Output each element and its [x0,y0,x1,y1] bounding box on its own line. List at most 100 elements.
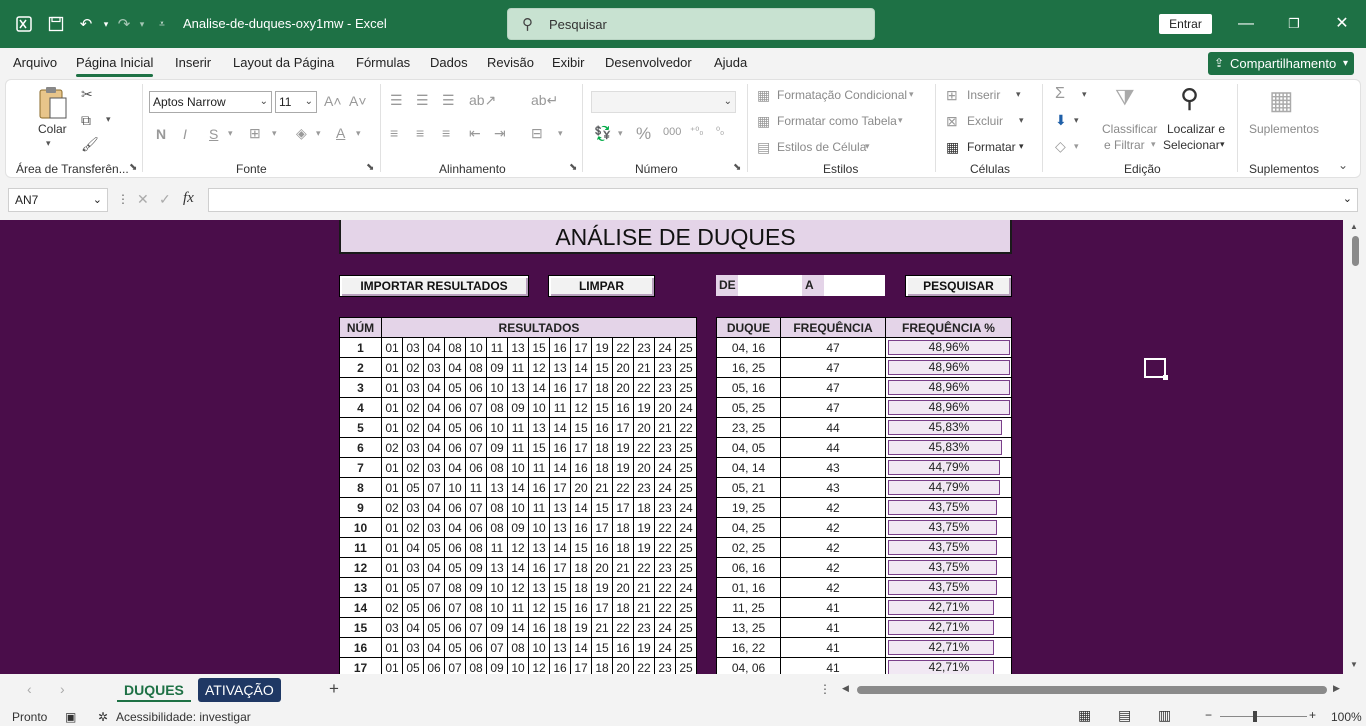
result-value-cell[interactable]: 23 [654,377,676,398]
page-layout-view-icon[interactable]: ▤ [1118,707,1131,724]
underline-icon[interactable]: S [209,126,218,142]
frequency-cell[interactable]: 47 [780,357,886,378]
result-value-cell[interactable]: 16 [591,417,613,438]
result-value-cell[interactable]: 14 [507,477,529,498]
result-value-cell[interactable]: 01 [381,457,403,478]
scroll-right-icon[interactable]: ▶ [1333,683,1340,694]
result-value-cell[interactable]: 06 [465,457,487,478]
paste-icon[interactable] [36,86,68,125]
duque-cell[interactable]: 04, 05 [716,437,781,458]
undo-dropdown-icon[interactable]: ▾ [96,14,116,34]
result-value-cell[interactable]: 20 [633,417,655,438]
number-format-combo[interactable]: ⌄ [591,91,736,113]
result-value-cell[interactable]: 08 [465,357,487,378]
sort-filter-icon[interactable]: ⧩ [1115,85,1135,111]
frequency-cell[interactable]: 41 [780,617,886,638]
result-value-cell[interactable]: 04 [402,617,424,638]
result-value-cell[interactable]: 16 [570,597,592,618]
result-value-cell[interactable]: 18 [612,517,634,538]
tab-revisao[interactable]: Revisão [487,55,534,70]
format-table-label[interactable]: Formatar como Tabela [777,114,897,128]
more-icon[interactable]: ⋮ [117,192,129,206]
increase-indent-icon[interactable]: ⇥ [494,125,506,142]
result-value-cell[interactable]: 18 [570,577,592,598]
minimize-icon[interactable]: — [1234,12,1258,36]
result-value-cell[interactable]: 04 [423,557,445,578]
addins-button-label[interactable]: Suplementos [1249,122,1319,136]
scroll-up-icon[interactable]: ▲ [1350,222,1358,231]
result-value-cell[interactable]: 01 [381,537,403,558]
result-value-cell[interactable]: 04 [423,497,445,518]
result-value-cell[interactable]: 08 [507,637,529,658]
duque-cell[interactable]: 02, 25 [716,537,781,558]
result-value-cell[interactable]: 25 [675,537,697,558]
result-value-cell[interactable]: 04 [423,437,445,458]
result-value-cell[interactable]: 02 [402,357,424,378]
format-cells-icon[interactable]: ▦ [946,139,959,156]
result-number-cell[interactable]: 8 [339,477,382,498]
addins-icon[interactable]: ▦ [1269,85,1294,116]
result-value-cell[interactable]: 15 [591,497,613,518]
result-value-cell[interactable]: 05 [444,637,466,658]
result-value-cell[interactable]: 23 [654,357,676,378]
result-value-cell[interactable]: 19 [612,437,634,458]
sort-filter-label-2[interactable]: e Filtrar [1104,138,1145,152]
result-value-cell[interactable]: 11 [507,357,529,378]
frequency-pct-cell[interactable]: 48,96% [885,357,1012,378]
result-value-cell[interactable]: 16 [591,537,613,558]
duque-cell[interactable]: 13, 25 [716,617,781,638]
result-value-cell[interactable]: 19 [633,537,655,558]
number-launcher-icon[interactable]: ⬊ [733,162,741,173]
result-value-cell[interactable]: 16 [549,657,571,674]
result-number-cell[interactable]: 3 [339,377,382,398]
duque-cell[interactable]: 04, 16 [716,337,781,358]
result-value-cell[interactable]: 10 [528,517,550,538]
result-value-cell[interactable]: 22 [612,617,634,638]
result-value-cell[interactable]: 18 [591,377,613,398]
result-value-cell[interactable]: 19 [591,337,613,358]
result-value-cell[interactable]: 25 [675,337,697,358]
result-value-cell[interactable]: 06 [444,617,466,638]
paste-label[interactable]: Colar [38,122,67,136]
format-cells-label[interactable]: Formatar [967,140,1016,154]
result-value-cell[interactable]: 25 [675,457,697,478]
horizontal-scrollbar[interactable]: ◀ ▶ [842,683,1342,696]
result-value-cell[interactable]: 17 [549,477,571,498]
frequency-pct-cell[interactable]: 43,75% [885,517,1012,538]
result-value-cell[interactable]: 16 [528,557,550,578]
result-value-cell[interactable]: 12 [528,657,550,674]
result-value-cell[interactable]: 21 [633,577,655,598]
result-value-cell[interactable]: 01 [381,417,403,438]
result-number-cell[interactable]: 5 [339,417,382,438]
result-value-cell[interactable]: 06 [465,417,487,438]
result-value-cell[interactable]: 01 [381,337,403,358]
clipboard-launcher-icon[interactable]: ⬊ [129,162,137,173]
wrap-text-icon[interactable]: ab↵ [531,92,558,109]
add-sheet-icon[interactable]: + [329,679,339,699]
result-value-cell[interactable]: 04 [423,417,445,438]
scroll-left-icon[interactable]: ◀ [842,683,849,694]
result-value-cell[interactable]: 20 [612,377,634,398]
result-value-cell[interactable]: 09 [507,517,529,538]
accessibility-status[interactable]: Acessibilidade: investigar [116,710,251,724]
frequency-cell[interactable]: 41 [780,637,886,658]
result-value-cell[interactable]: 01 [381,517,403,538]
result-value-cell[interactable]: 14 [528,377,550,398]
customize-toolbar-icon[interactable]: ⩡ [152,14,172,34]
result-value-cell[interactable]: 21 [612,557,634,578]
search-box[interactable]: ⚲ Pesquisar [507,8,875,40]
result-value-cell[interactable]: 24 [675,497,697,518]
result-value-cell[interactable]: 10 [486,377,508,398]
frequency-cell[interactable]: 42 [780,557,886,578]
frequency-pct-cell[interactable]: 42,71% [885,637,1012,658]
result-value-cell[interactable]: 24 [654,637,676,658]
frequency-cell[interactable]: 44 [780,417,886,438]
duque-cell[interactable]: 01, 16 [716,577,781,598]
frequency-cell[interactable]: 42 [780,497,886,518]
tab-inserir[interactable]: Inserir [175,55,211,70]
result-value-cell[interactable]: 20 [612,657,634,674]
result-value-cell[interactable]: 01 [381,637,403,658]
result-value-cell[interactable]: 01 [381,397,403,418]
cell-styles-label[interactable]: Estilos de Célula [777,140,866,154]
result-value-cell[interactable]: 14 [549,537,571,558]
